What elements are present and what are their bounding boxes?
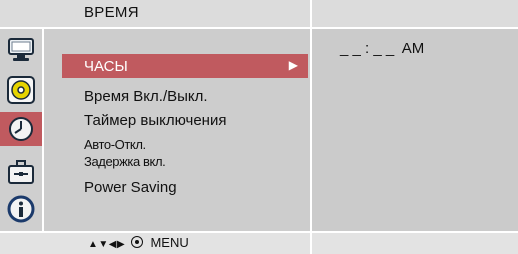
category-rail: [0, 29, 42, 231]
menu-item-label: ЧАСЫ: [84, 58, 128, 75]
osd-menu: ВРЕМЯ ЧАСЫ ▶ Время Вкл./Выкл. Таймер вык…: [0, 0, 518, 254]
menu-label: MENU: [150, 235, 189, 250]
clock-icon[interactable]: [0, 112, 42, 146]
menu-item-on-off-time[interactable]: Время Вкл./Выкл.: [84, 88, 208, 105]
menu-item-power-on-delay[interactable]: Задержка вкл.: [84, 154, 166, 169]
nav-arrows-icon: ▲▼◀▶: [88, 239, 126, 250]
submenu-arrow-icon: ▶: [288, 58, 298, 72]
footer-bar-right: [312, 233, 518, 254]
monitor-icon[interactable]: [6, 35, 36, 65]
title-bar: ВРЕМЯ: [0, 0, 310, 27]
page-title: ВРЕМЯ: [84, 4, 139, 21]
nav-hint: ▲▼◀▶ MENU: [88, 235, 189, 250]
title-bar-right: [312, 0, 518, 27]
info-icon[interactable]: [6, 194, 36, 224]
ok-button-icon: [130, 236, 143, 248]
clock-value: _ _ : _ _ AM: [340, 40, 425, 57]
footer-bar: ▲▼◀▶ MENU: [0, 233, 310, 254]
menu-item-power-saving[interactable]: Power Saving: [84, 179, 177, 196]
menu-item-clock[interactable]: ЧАСЫ ▶: [62, 54, 308, 78]
menu-item-auto-off[interactable]: Авто-Откл.: [84, 137, 146, 152]
detail-panel: [312, 29, 518, 231]
color-disc-icon[interactable]: [6, 75, 36, 105]
menu-item-sleep-timer[interactable]: Таймер выключения: [84, 112, 226, 129]
toolbox-icon[interactable]: [6, 157, 36, 187]
